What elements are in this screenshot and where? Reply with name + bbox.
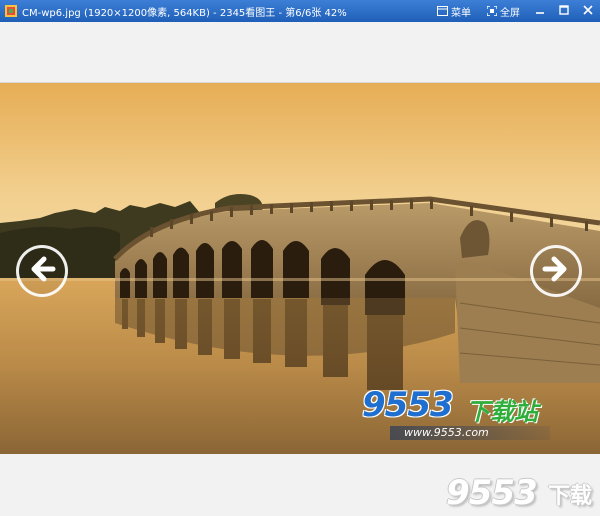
maximize-icon	[559, 4, 569, 18]
minimize-icon	[535, 5, 545, 18]
fullscreen-icon	[487, 6, 497, 16]
fullscreen-button[interactable]: 全屏	[479, 0, 528, 22]
menu-button[interactable]: 菜单	[429, 0, 479, 22]
arrow-left-icon	[27, 254, 57, 288]
menu-icon	[437, 6, 448, 16]
close-icon	[583, 4, 593, 18]
minimize-button[interactable]	[528, 0, 552, 22]
watermark-brand: 9553	[362, 385, 454, 425]
corner-logo-brand: 9553	[446, 473, 538, 513]
previous-image-button[interactable]	[16, 245, 68, 297]
next-image-button[interactable]	[530, 245, 582, 297]
menu-label: 菜单	[451, 7, 471, 19]
title-actions: 菜单 全屏	[429, 0, 600, 22]
watermark-brand-cn: 下载站	[466, 398, 538, 426]
corner-logo-brand-cn: 下载	[548, 484, 593, 509]
watermark-url: www.9553.com	[390, 426, 550, 440]
window-title: CM-wp6.jpg (1920×1200像素, 564KB) - 2345看图…	[22, 7, 347, 19]
arrow-right-icon	[541, 254, 571, 288]
maximize-button[interactable]	[552, 0, 576, 22]
title-bar: CM-wp6.jpg (1920×1200像素, 564KB) - 2345看图…	[0, 0, 600, 22]
viewer-background-top	[0, 22, 600, 82]
close-button[interactable]	[576, 0, 600, 22]
fullscreen-label: 全屏	[500, 7, 520, 19]
app-icon	[5, 5, 17, 17]
